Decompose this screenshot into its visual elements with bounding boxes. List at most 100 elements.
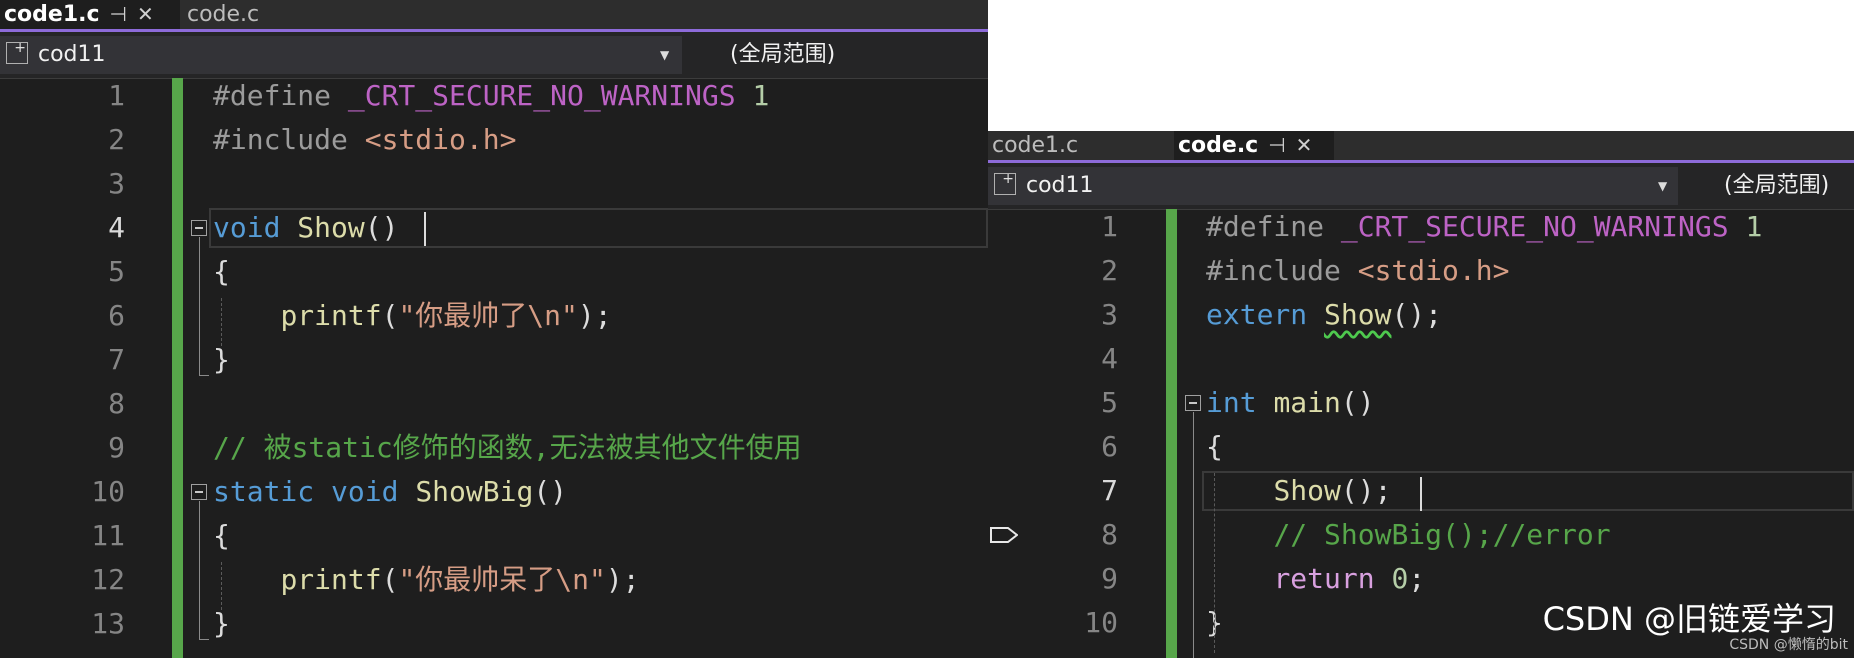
- code-line: 1 #define _CRT_SECURE_NO_WARNINGS 1: [988, 205, 1854, 249]
- code-text: #define _CRT_SECURE_NO_WARNINGS 1: [1206, 205, 1762, 249]
- project-icon: [6, 29, 28, 67]
- tab-label: code.c: [187, 2, 260, 27]
- code-token: ShowBig: [415, 475, 534, 508]
- fold-guide-line: [1193, 412, 1194, 658]
- code-token: return: [1273, 562, 1375, 595]
- code-text: printf("你最帅了\n");: [213, 294, 612, 338]
- code-text: void Show(): [213, 206, 398, 250]
- left-scope-dropdown[interactable]: (全局范围): [730, 36, 835, 74]
- code-token: void: [331, 475, 399, 508]
- code-line: 5 int main(): [988, 381, 1854, 425]
- right-project-dropdown[interactable]: cod11 ▼: [988, 160, 1678, 205]
- code-line: 10 static void ShowBig(): [0, 470, 988, 514]
- left-tab-bar: code1.c ⊣ ✕ code.c: [0, 0, 988, 32]
- code-token: Show: [1273, 474, 1341, 507]
- fold-guide-end: [199, 375, 209, 376]
- code-token: _CRT_SECURE_NO_WARNINGS: [347, 79, 736, 112]
- right-tab-code[interactable]: code.c ⊣ ✕: [1174, 131, 1334, 160]
- fold-guide-line: [199, 237, 200, 375]
- code-text: extern Show();: [1206, 293, 1442, 337]
- right-code-area[interactable]: 1 #define _CRT_SECURE_NO_WARNINGS 1 2 #incl…: [988, 209, 1854, 658]
- pin-icon[interactable]: ⊣: [110, 2, 127, 26]
- code-token: (): [1340, 386, 1375, 419]
- chevron-down-icon: ▼: [1658, 179, 1668, 193]
- code-line: 6 printf("你最帅了\n");: [0, 294, 988, 338]
- code-text: {: [213, 250, 230, 294]
- code-text: return 0;: [1206, 557, 1425, 601]
- code-token: );: [577, 299, 612, 332]
- project-name: cod11: [38, 42, 106, 67]
- tab-label: code1.c: [4, 2, 100, 27]
- code-token: 0: [1391, 562, 1409, 595]
- code-line: 7}: [0, 338, 988, 382]
- code-text: // 被static修饰的函数,无法被其他文件使用: [213, 426, 802, 470]
- code-token: int: [1206, 386, 1257, 419]
- right-nav-bar: cod11 ▼ (全局范围): [988, 160, 1854, 210]
- indent-guide: [221, 562, 222, 610]
- code-line: 6{: [988, 425, 1854, 469]
- next-statement-arrow-icon: [990, 527, 1018, 543]
- chevron-down-icon: ▼: [660, 48, 670, 62]
- text-caret: [424, 212, 426, 246]
- text-caret: [1420, 477, 1422, 511]
- code-line: 4 void Show(): [0, 206, 988, 250]
- pin-icon[interactable]: ⊣: [1268, 133, 1285, 157]
- code-line: 8 // ShowBig();//error: [988, 513, 1854, 557]
- code-line: 11{: [0, 514, 988, 558]
- collapse-toggle-icon[interactable]: [191, 484, 207, 500]
- code-token: "你最帅呆了\n": [398, 563, 606, 596]
- tab-label: code1.c: [992, 133, 1079, 158]
- close-icon[interactable]: ✕: [137, 2, 154, 26]
- indent-guide: [1214, 473, 1215, 653]
- left-code-area[interactable]: 1 #define _CRT_SECURE_NO_WARNINGS 1 2 #incl…: [0, 78, 988, 658]
- code-line: 8: [108, 387, 125, 420]
- code-token: );: [605, 563, 640, 596]
- code-token: }: [213, 607, 230, 640]
- code-text: static void ShowBig(): [213, 470, 567, 514]
- indent-guide: [221, 298, 222, 346]
- code-text: #define _CRT_SECURE_NO_WARNINGS 1: [213, 74, 769, 118]
- code-token: "你最帅了\n": [398, 299, 578, 332]
- left-project-dropdown[interactable]: cod11 ▼: [0, 29, 682, 74]
- code-line: 12 printf("你最帅呆了\n");: [0, 558, 988, 602]
- collapse-toggle-icon[interactable]: [191, 220, 207, 236]
- fold-guide-end: [199, 639, 209, 640]
- left-tab-code[interactable]: code.c: [183, 0, 353, 29]
- code-token: (: [381, 299, 399, 332]
- collapse-toggle-icon[interactable]: [1185, 395, 1201, 411]
- code-token: #define: [213, 79, 348, 112]
- code-line: 3 extern Show();: [988, 293, 1854, 337]
- code-token: <stdio.h>: [364, 123, 517, 156]
- left-editor-pane: code1.c ⊣ ✕ code.c cod11 ▼ (全局范围) 1#define…: [0, 0, 988, 658]
- code-line: 4: [1101, 342, 1118, 375]
- code-text: {: [1206, 425, 1223, 469]
- left-nav-bar: cod11 ▼ (全局范围): [0, 29, 988, 79]
- close-icon[interactable]: ✕: [1296, 133, 1313, 157]
- tab-label: code.c: [1178, 133, 1259, 158]
- code-token: ;: [1408, 562, 1426, 595]
- code-token: #include: [1206, 254, 1358, 287]
- code-token: printf: [280, 563, 382, 596]
- code-token: ();: [1340, 474, 1392, 507]
- left-tab-code1[interactable]: code1.c ⊣ ✕: [0, 0, 180, 29]
- right-scope-dropdown[interactable]: (全局范围): [1724, 167, 1829, 205]
- right-tab-code1[interactable]: code1.c: [988, 131, 1171, 160]
- right-tab-bar: code1.c code.c ⊣ ✕: [988, 131, 1854, 163]
- code-token: {: [213, 255, 230, 288]
- code-line: 2 #include <stdio.h>: [0, 118, 988, 162]
- code-token: (): [533, 475, 568, 508]
- code-line: 3: [108, 167, 125, 200]
- code-token: (): [364, 211, 399, 244]
- code-text: {: [213, 514, 230, 558]
- code-line: 5{: [0, 250, 988, 294]
- project-name: cod11: [1026, 173, 1094, 198]
- code-line: 2 #include <stdio.h>: [988, 249, 1854, 293]
- right-editor-pane: code1.c code.c ⊣ ✕ cod11 ▼ (全局范围) 1#define…: [988, 131, 1854, 658]
- code-line: 13}: [0, 602, 988, 646]
- code-token: void: [213, 211, 281, 244]
